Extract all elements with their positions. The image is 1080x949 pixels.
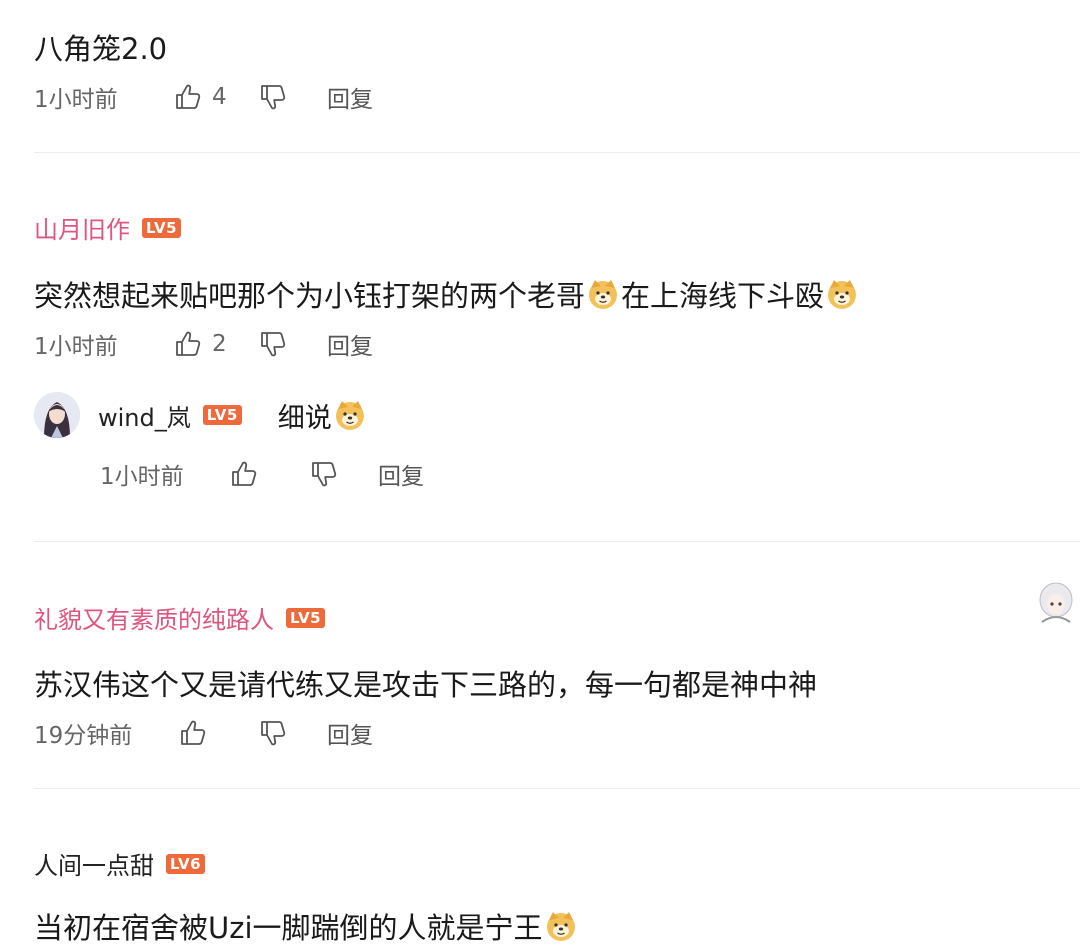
anime-avatar-icon: [1032, 578, 1080, 628]
reply-button[interactable]: 回复: [327, 716, 373, 750]
doge-emoji-icon: [334, 399, 366, 431]
divider: [34, 541, 1080, 542]
divider: [34, 152, 1080, 153]
reply-button[interactable]: 回复: [327, 80, 373, 114]
like-count: 4: [212, 84, 227, 110]
comment-meta: 1小时前 2 回复: [34, 327, 373, 361]
thumb-up-icon: [174, 83, 202, 111]
dislike-button[interactable]: [259, 83, 327, 111]
divider: [34, 788, 1080, 789]
thumb-up-icon: [230, 460, 258, 488]
floating-avatar[interactable]: [1032, 578, 1080, 628]
like-button[interactable]: 2: [164, 330, 259, 358]
level-badge: LV6: [166, 853, 206, 874]
like-button[interactable]: 4: [164, 83, 259, 111]
comment-meta: 1小时前 4 回复: [34, 80, 373, 114]
dislike-button[interactable]: [259, 719, 327, 747]
reply-time: 1小时前: [100, 464, 184, 490]
comment-author[interactable]: 人间一点甜 LV6: [34, 846, 206, 881]
reply-button[interactable]: 回复: [378, 457, 424, 491]
comment-author[interactable]: 山月旧作 LV5: [34, 210, 182, 245]
thumb-down-icon: [259, 719, 287, 747]
level-badge: LV5: [142, 217, 182, 238]
comment-author[interactable]: 礼貌又有素质的纯路人 LV5: [34, 600, 326, 635]
reply-author[interactable]: wind_岚: [98, 398, 191, 433]
reply-button[interactable]: 回复: [327, 327, 373, 361]
dislike-button[interactable]: [259, 330, 327, 358]
reply-text: 细说: [278, 396, 368, 435]
comment-text: 苏汉伟这个又是请代练又是攻击下三路的，每一句都是神中神: [34, 668, 818, 702]
like-count: 2: [212, 331, 227, 357]
comment-time: 1小时前: [34, 87, 118, 113]
comment-time: 1小时前: [34, 334, 118, 360]
dislike-button[interactable]: [310, 460, 378, 488]
comment-time: 19分钟前: [34, 723, 133, 749]
reply-meta: 1小时前 回复: [100, 457, 424, 491]
thumb-up-icon: [174, 330, 202, 358]
thumb-down-icon: [259, 330, 287, 358]
thumb-down-icon: [310, 460, 338, 488]
like-button[interactable]: [179, 719, 259, 747]
comment-text: 八角笼2.0: [34, 32, 168, 66]
like-button[interactable]: [230, 460, 310, 488]
doge-emoji-icon: [826, 278, 858, 310]
thumb-down-icon: [259, 83, 287, 111]
doge-emoji-icon: [545, 910, 577, 942]
comment-text: 突然想起来贴吧那个为小钰打架的两个老哥 在上海线下斗殴: [34, 273, 860, 315]
sub-reply: wind_岚 LV5 细说: [34, 392, 368, 438]
level-badge: LV5: [202, 405, 242, 425]
avatar[interactable]: [34, 392, 80, 438]
comment-meta: 19分钟前 回复: [34, 716, 373, 750]
level-badge: LV5: [286, 607, 326, 628]
comment-text: 当初在宿舍被Uzi一脚踹倒的人就是宁王: [34, 905, 579, 947]
thumb-up-icon: [179, 719, 207, 747]
doge-emoji-icon: [587, 278, 619, 310]
avatar-icon: [34, 392, 80, 438]
